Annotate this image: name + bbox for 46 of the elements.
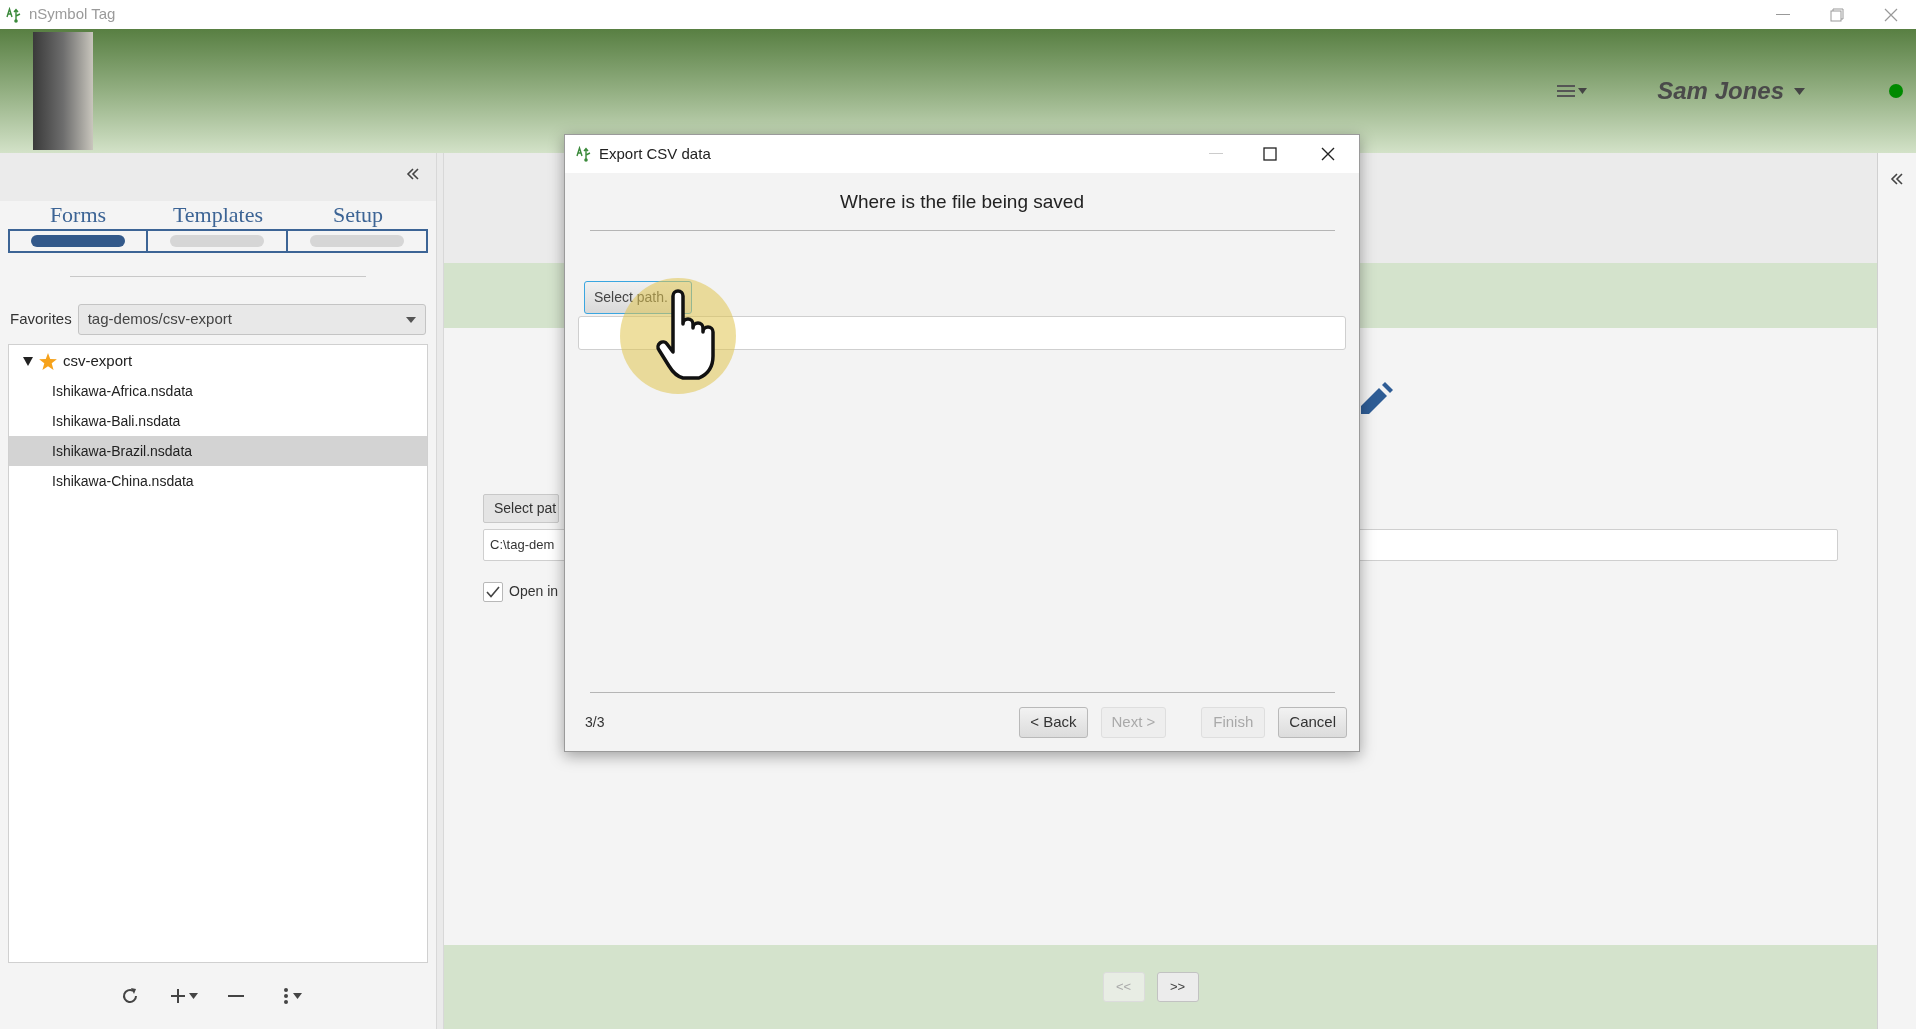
expand-panel-icon[interactable]: [1890, 173, 1904, 185]
add-button[interactable]: [170, 988, 198, 1004]
expand-icon[interactable]: [23, 356, 33, 366]
tree-item[interactable]: Ishikawa-China.nsdata: [9, 466, 427, 496]
favorites-label: Favorites: [10, 309, 72, 330]
caret-icon: [1794, 87, 1805, 95]
checkbox[interactable]: [483, 581, 503, 602]
plus-icon: [170, 988, 186, 1004]
select-path-button[interactable]: Select pat: [483, 494, 559, 523]
more-icon: [284, 988, 288, 1004]
caret-icon: [406, 316, 416, 323]
more-button[interactable]: [284, 988, 302, 1004]
status-indicator: [1889, 84, 1903, 98]
caret-icon: [293, 993, 302, 999]
dialog-button[interactable]: < Back: [1019, 706, 1088, 738]
menu-icon[interactable]: [1557, 84, 1576, 98]
tab[interactable]: Forms: [8, 201, 148, 253]
dialog-logo-icon: [576, 146, 592, 162]
minimize-icon[interactable]: [1776, 13, 1790, 16]
select-path-button[interactable]: Select path.: [584, 280, 692, 314]
dialog-button[interactable]: Cancel: [1278, 706, 1347, 738]
caret-icon: [1578, 88, 1588, 94]
checkbox-label: Open in: [509, 582, 559, 601]
app-logo-icon: [6, 6, 22, 23]
caret-icon: [189, 993, 198, 999]
tab[interactable]: Setup: [288, 201, 428, 253]
dialog-heading: Where is the file being saved: [840, 190, 1084, 214]
minus-icon[interactable]: [228, 994, 244, 998]
refresh-icon[interactable]: [120, 986, 140, 1006]
close-icon[interactable]: [1321, 147, 1335, 161]
tree-item[interactable]: csv-export: [9, 346, 427, 376]
dialog-title: Export CSV data: [599, 143, 711, 164]
tree-item[interactable]: Ishikawa-Brazil.nsdata: [9, 436, 427, 466]
app-title: nSymbol Tag: [29, 4, 116, 25]
favorites-dropdown[interactable]: tag-demos/csv-export: [77, 304, 426, 335]
maximize-icon[interactable]: [1263, 147, 1277, 161]
path-field[interactable]: [578, 315, 1346, 350]
collapse-icon[interactable]: [406, 168, 420, 180]
tree-item[interactable]: Ishikawa-Bali.nsdata: [9, 406, 427, 436]
step-counter: 3/3: [585, 712, 605, 732]
user-menu-button[interactable]: Sam Jones: [1657, 73, 1805, 109]
page-nav-button[interactable]: >>: [1156, 972, 1199, 1002]
check-icon: [486, 585, 500, 598]
tree-item[interactable]: Ishikawa-Africa.nsdata: [9, 376, 427, 406]
menu-button[interactable]: [1557, 84, 1588, 98]
tab[interactable]: Templates: [148, 201, 288, 253]
